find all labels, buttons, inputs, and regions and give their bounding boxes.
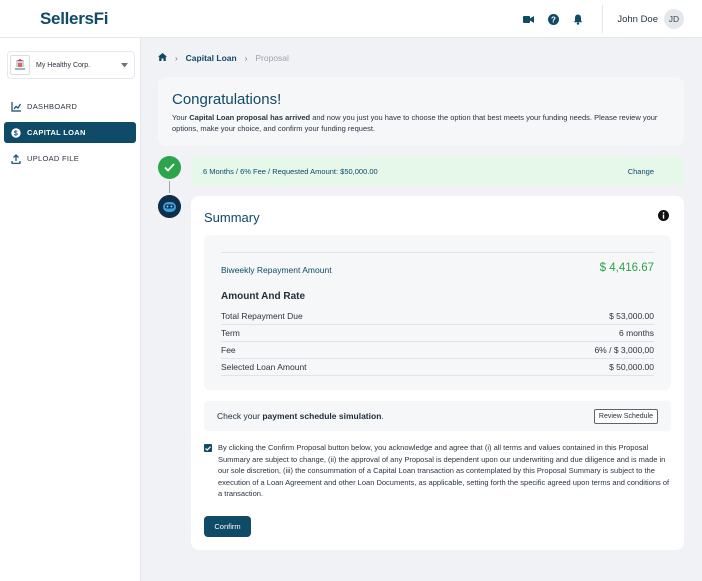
- row-value: $ 53,000.00: [609, 311, 654, 321]
- schedule-text-prefix: Check your: [217, 411, 263, 421]
- help-icon[interactable]: ?: [547, 13, 559, 25]
- row-value: $ 50,000.00: [609, 362, 654, 372]
- header-divider: [602, 5, 604, 33]
- sidebar: My Healthy Corp. DASHBOARD $ CAPITAL LOA…: [0, 38, 141, 581]
- congrats-text-bold: Capital Loan proposal has arrived: [189, 113, 311, 122]
- user-name[interactable]: John Doe: [617, 14, 658, 25]
- chevron-right-icon: ›: [244, 53, 248, 63]
- schedule-text-suffix: .: [381, 411, 384, 421]
- page-title: Congratulations!: [172, 91, 282, 108]
- sidebar-item-label: CAPITAL LOAN: [27, 128, 86, 137]
- sidebar-item-label: UPLOAD FILE: [27, 154, 80, 163]
- amount-and-rate-heading: Amount And Rate: [221, 291, 306, 302]
- congrats-text-prefix: Your: [172, 113, 190, 122]
- top-actions: ? John Doe JD: [522, 0, 702, 38]
- info-icon[interactable]: [658, 210, 669, 221]
- breadcrumb: › Capital Loan › Proposal: [158, 53, 289, 63]
- summary-card: Summary Biweekly Repayment Amount $ 4,41…: [191, 196, 684, 550]
- biweekly-repayment-amount: $ 4,416.67: [599, 262, 654, 274]
- dollar-icon: $: [11, 127, 21, 138]
- schedule-text-bold: payment schedule simulation: [262, 411, 382, 421]
- svg-text:?: ?: [551, 15, 556, 24]
- company-selector[interactable]: My Healthy Corp.: [7, 51, 135, 79]
- row-value: 6 months: [619, 328, 654, 338]
- congratulations-banner: Congratulations! Your Capital Loan propo…: [158, 77, 684, 146]
- assistant-avatar-icon: [158, 195, 181, 218]
- svg-text:$: $: [14, 130, 18, 137]
- summary-title: Summary: [204, 210, 260, 225]
- congratulations-text: Your Capital Loan proposal has arrived a…: [172, 112, 670, 134]
- confirm-button[interactable]: Confirm: [204, 516, 251, 537]
- sidebar-item-dashboard[interactable]: DASHBOARD: [4, 96, 136, 117]
- chart-icon: [11, 101, 21, 112]
- breadcrumb-capital-loan[interactable]: Capital Loan: [186, 53, 237, 63]
- summary-row: Selected Loan Amount $ 50,000.00: [221, 359, 654, 376]
- step-complete-check-icon: [158, 156, 181, 179]
- payment-schedule-box: Check your payment schedule simulation. …: [204, 401, 671, 431]
- consent-section: By clicking the Confirm Proposal button …: [204, 442, 674, 500]
- bell-icon[interactable]: [572, 13, 584, 25]
- chevron-right-icon: ›: [175, 53, 178, 63]
- avatar[interactable]: JD: [664, 9, 684, 29]
- row-label: Fee: [221, 345, 236, 355]
- step-connector: [169, 181, 170, 193]
- selected-option-bar: 6 Months / 6% Fee / Requested Amount: $5…: [191, 156, 684, 186]
- summary-row: Term 6 months: [221, 325, 654, 342]
- summary-row: Total Repayment Due $ 53,000.00: [221, 308, 654, 325]
- divider: [221, 252, 654, 253]
- selected-option-summary: 6 Months / 6% Fee / Requested Amount: $5…: [203, 166, 378, 176]
- payment-schedule-text: Check your payment schedule simulation.: [217, 411, 384, 421]
- company-logo-icon: [10, 55, 30, 75]
- summary-row: Fee 6% / $ 3,000,00: [221, 342, 654, 359]
- sidebar-item-capital-loan[interactable]: $ CAPITAL LOAN: [4, 122, 136, 143]
- biweekly-repayment-label: Biweekly Repayment Amount: [221, 265, 332, 275]
- chevron-down-icon: [121, 60, 128, 70]
- loan-details: Biweekly Repayment Amount $ 4,416.67 Amo…: [204, 235, 671, 390]
- company-name: My Healthy Corp.: [36, 61, 91, 69]
- app-logo[interactable]: SellersFi: [40, 9, 108, 29]
- row-label: Total Repayment Due: [221, 311, 303, 321]
- top-bar: SellersFi ? John Doe JD: [0, 0, 702, 38]
- upload-icon: [11, 153, 21, 164]
- row-label: Selected Loan Amount: [221, 362, 307, 372]
- sidebar-item-label: DASHBOARD: [27, 102, 78, 111]
- breadcrumb-proposal: Proposal: [255, 53, 289, 63]
- sidebar-item-upload-file[interactable]: UPLOAD FILE: [4, 148, 136, 169]
- row-label: Term: [221, 328, 240, 338]
- review-schedule-button[interactable]: Review Schedule: [593, 408, 658, 424]
- consent-checkbox[interactable]: [204, 444, 212, 452]
- row-value: 6% / $ 3,000,00: [594, 345, 654, 355]
- home-icon[interactable]: [158, 53, 167, 63]
- video-icon[interactable]: [522, 13, 534, 25]
- change-link[interactable]: Change: [628, 167, 654, 176]
- consent-text: By clicking the Confirm Proposal button …: [218, 443, 670, 498]
